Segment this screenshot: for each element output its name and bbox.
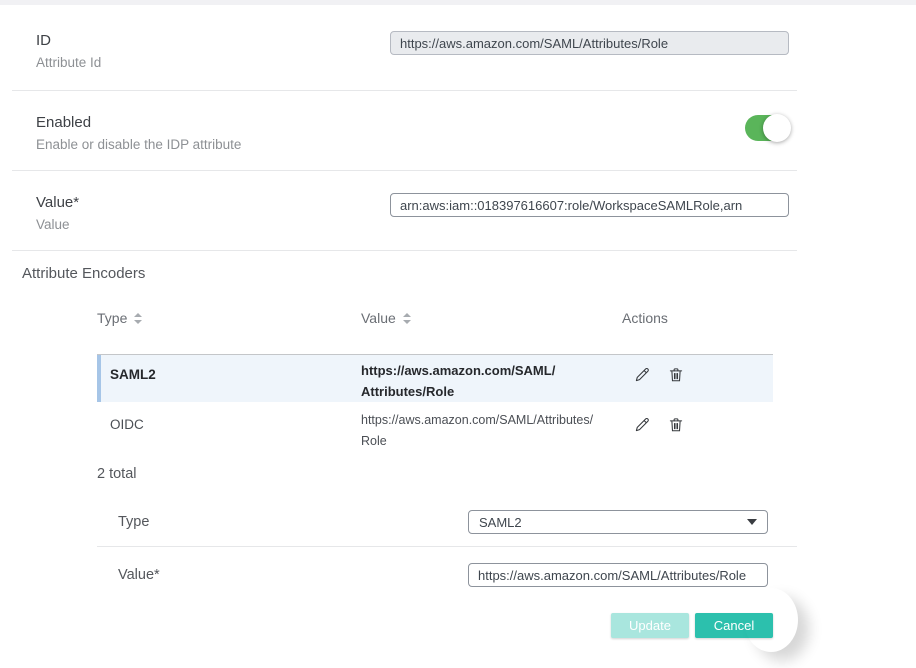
edit-form-buttons: Update Cancel <box>0 613 797 638</box>
encoder-value: https://aws.amazon.com/SAML/ Attributes/… <box>361 360 622 402</box>
encoder-value: https://aws.amazon.com/SAML/Attributes/ … <box>361 410 622 452</box>
enabled-labels: Enabled Enable or disable the IDP attrib… <box>36 113 745 154</box>
value-input[interactable] <box>390 193 789 217</box>
edit-value-label: Value* <box>118 565 468 585</box>
edit-form-value-row: Value* <box>0 547 797 587</box>
encoder-value-line: https://aws.amazon.com/SAML/Attributes/ <box>361 410 622 431</box>
field-row-id: ID Attribute Id <box>0 5 797 90</box>
id-label: ID <box>36 31 390 51</box>
delete-trash-icon[interactable] <box>667 366 685 384</box>
field-row-value: Value* Value <box>0 171 797 250</box>
id-description: Attribute Id <box>36 54 390 72</box>
field-row-enabled: Enabled Enable or disable the IDP attrib… <box>0 91 797 170</box>
encoder-value-line: Attributes/Role <box>361 381 622 402</box>
cancel-button[interactable]: Cancel <box>695 613 773 638</box>
encoder-type: OIDC <box>97 410 361 432</box>
enabled-description: Enable or disable the IDP attribute <box>36 136 745 154</box>
chevron-down-icon <box>747 519 757 525</box>
encoder-type: SAML2 <box>101 360 361 382</box>
encoder-value-line: Role <box>361 431 622 452</box>
row-actions <box>622 360 773 384</box>
encoders-table-body: SAML2 https://aws.amazon.com/SAML/ Attri… <box>97 354 773 452</box>
id-labels: ID Attribute Id <box>36 31 390 72</box>
attribute-encoders-title: Attribute Encoders <box>0 251 797 284</box>
type-select-value: SAML2 <box>479 515 522 530</box>
column-header-value[interactable]: Value <box>361 310 622 326</box>
table-row-saml2[interactable]: SAML2 https://aws.amazon.com/SAML/ Attri… <box>97 355 773 402</box>
edit-type-label: Type <box>118 512 468 532</box>
edit-value-input[interactable] <box>468 563 768 587</box>
encoders-table: Type Value Actions SAML2 https://aws.ama… <box>0 310 797 482</box>
encoder-value-line: https://aws.amazon.com/SAML/ <box>361 360 622 381</box>
value-labels: Value* Value <box>36 193 390 234</box>
enabled-label: Enabled <box>36 113 745 133</box>
idp-attribute-page: ID Attribute Id Enabled Enable or disabl… <box>0 0 916 668</box>
column-header-value-label: Value <box>361 310 396 326</box>
column-header-actions: Actions <box>622 310 797 326</box>
edit-pencil-icon[interactable] <box>633 416 651 434</box>
encoders-table-header: Type Value Actions <box>0 310 797 354</box>
attribute-form-card: ID Attribute Id Enabled Enable or disabl… <box>0 5 797 638</box>
row-actions <box>622 410 773 434</box>
value-description: Value <box>36 216 390 234</box>
toggle-knob <box>763 114 791 142</box>
column-header-type-label: Type <box>97 310 127 326</box>
value-label: Value* <box>36 193 390 213</box>
row-count-label: 2 total <box>97 466 797 482</box>
column-header-type[interactable]: Type <box>97 310 361 326</box>
table-row-oidc[interactable]: OIDC https://aws.amazon.com/SAML/Attribu… <box>97 402 773 452</box>
id-input <box>390 31 789 55</box>
sort-icon <box>134 313 142 324</box>
enabled-toggle[interactable] <box>745 115 789 141</box>
delete-trash-icon[interactable] <box>667 416 685 434</box>
update-button[interactable]: Update <box>611 613 689 638</box>
sort-icon <box>403 313 411 324</box>
type-select[interactable]: SAML2 <box>468 510 768 534</box>
edit-pencil-icon[interactable] <box>633 366 651 384</box>
edit-form-type-row: Type SAML2 <box>0 510 797 534</box>
column-header-actions-label: Actions <box>622 310 668 326</box>
